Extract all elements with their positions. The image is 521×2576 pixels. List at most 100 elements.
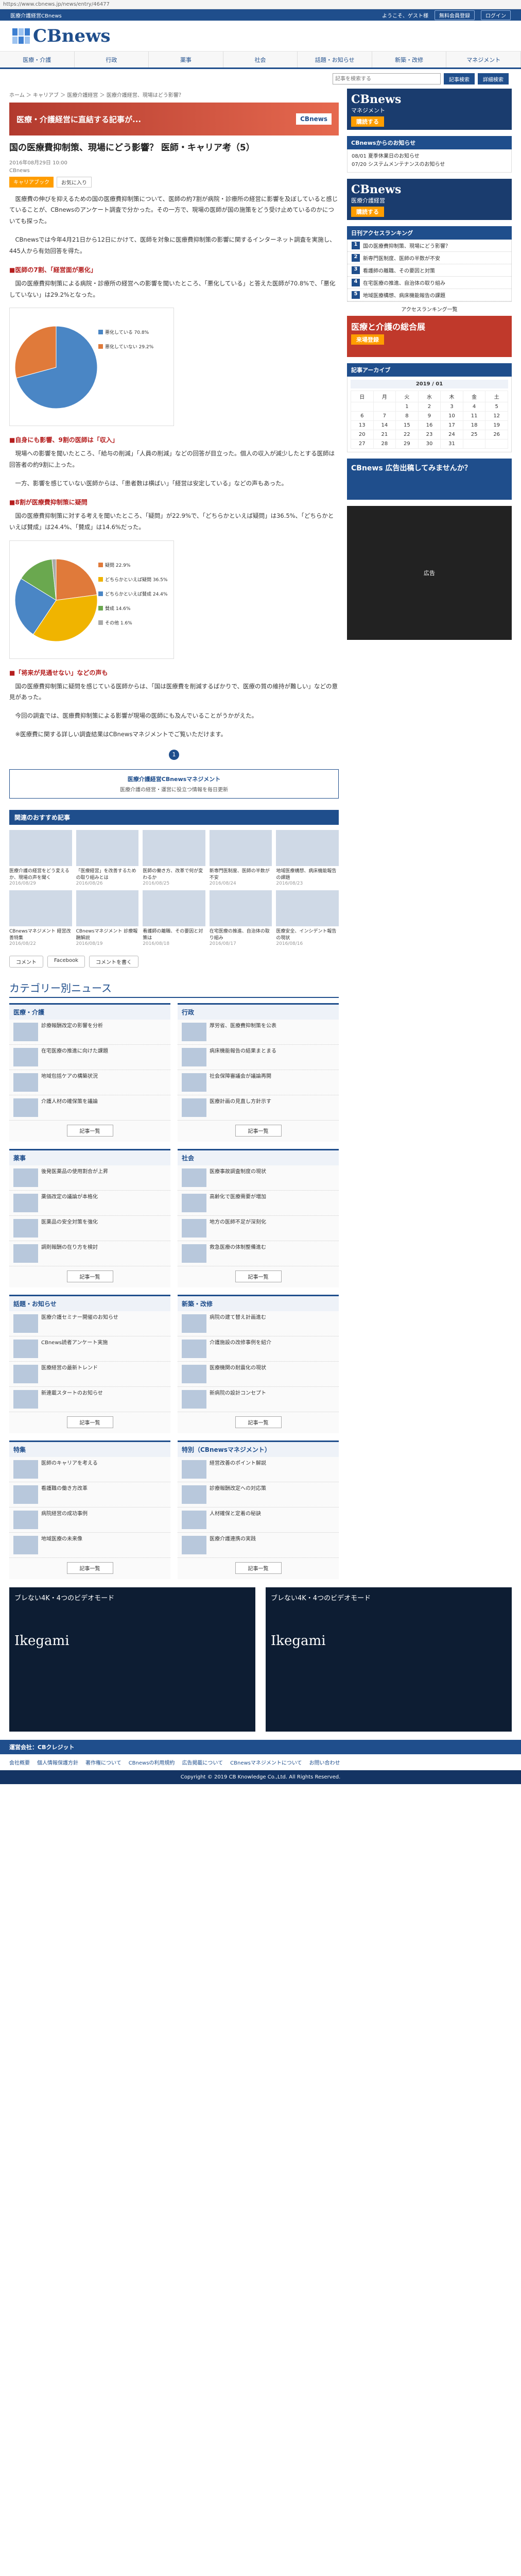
ranking-item[interactable]: 2 新専門医制度、医師の半数が不安 (348, 252, 511, 264)
calendar-day[interactable]: 1 (395, 402, 419, 412)
related-item[interactable]: 医療介護の経営をどう変えるか、現場の声を聞く 2016/08/29 (9, 830, 72, 886)
calendar-day[interactable]: 18 (462, 420, 486, 430)
category-more-button[interactable]: 記事一覧 (235, 1562, 282, 1574)
related-item[interactable]: 医療安全、インシデント報告の現状 2016/08/16 (276, 890, 339, 946)
category-item[interactable]: 病床機能報告の結果まとまる (178, 1045, 339, 1071)
nav-item[interactable]: 話題・お知らせ (298, 52, 372, 67)
related-item[interactable]: 新専門医制度、医師の半数が不安 2016/08/24 (209, 830, 272, 886)
calendar-day[interactable]: 6 (351, 411, 374, 421)
ranking-item[interactable]: 4 在宅医療の推進、自治体の取り組み (348, 277, 511, 289)
category-more-button[interactable]: 記事一覧 (235, 1416, 282, 1429)
calendar-day[interactable]: 16 (418, 420, 441, 430)
calendar-day[interactable]: 29 (395, 439, 419, 449)
category-item[interactable]: 地域医療の未来像 (9, 1533, 170, 1558)
category-item[interactable]: 介護人材の確保策を議論 (9, 1095, 170, 1121)
calendar-day[interactable]: 21 (373, 430, 396, 439)
management-box[interactable]: 医療介護経営CBnewsマネジメント 医療介護の経営・運営に役立つ情報を毎日更新 (9, 769, 339, 799)
category-item[interactable]: 医療計画の見直し方針示す (178, 1095, 339, 1121)
calendar-day[interactable]: 7 (373, 411, 396, 421)
sidebar-ad-advertise[interactable]: CBnews 広告出稿してみませんか？ (347, 459, 512, 500)
category-item[interactable]: 在宅医療の推進に向けた課題 (9, 1045, 170, 1071)
calendar-day[interactable]: 14 (373, 420, 396, 430)
calendar-day[interactable]: 25 (462, 430, 486, 439)
write-comment-button[interactable]: コメントを書く (89, 956, 138, 968)
register-button[interactable]: 無料会員登録 (435, 10, 475, 20)
sidebar-ad-management[interactable]: CBnews マネジメント 購読する (347, 89, 512, 130)
nav-item[interactable]: 社会 (223, 52, 298, 67)
category-item[interactable]: 診療報酬改定の影響を分析 (9, 1020, 170, 1045)
search-button[interactable]: 記事検索 (444, 73, 475, 84)
calendar-day[interactable]: 11 (462, 411, 486, 421)
browser-url[interactable]: https://www.cbnews.jp/news/entry/46477 (0, 0, 521, 9)
category-heading[interactable]: 新築・改修 (178, 1296, 339, 1312)
related-item[interactable]: 地域医療構想、病床機能報告の課題 2016/08/23 (276, 830, 339, 886)
category-item[interactable]: 経営改善のポイント解説 (178, 1457, 339, 1483)
promo-banner[interactable]: 医療・介護経営に直結する記事が... CBnews (9, 103, 339, 135)
footer-link[interactable]: 個人情報保護方針 (37, 1758, 78, 1766)
ranking-item[interactable]: 3 看護師の離職、その要因と対策 (348, 264, 511, 277)
nav-item[interactable]: 医療・介護 (0, 52, 75, 67)
search-input[interactable] (333, 73, 441, 84)
calendar-day[interactable]: 28 (373, 439, 396, 449)
category-item[interactable]: 人材確保と定着の秘訣 (178, 1507, 339, 1533)
category-more-button[interactable]: 記事一覧 (235, 1125, 282, 1137)
calendar-day[interactable]: 8 (395, 411, 419, 421)
calendar-day[interactable]: 13 (351, 420, 374, 430)
calendar-day[interactable]: 5 (485, 402, 508, 412)
category-item[interactable]: 医療事故調査制度の現状 (178, 1165, 339, 1191)
category-item[interactable]: 医療機関の耐震化の現状 (178, 1362, 339, 1387)
category-item[interactable]: 新連載スタートのお知らせ (9, 1387, 170, 1413)
calendar-day[interactable]: 22 (395, 430, 419, 439)
calendar-day[interactable]: 2 (418, 402, 441, 412)
category-item[interactable]: 医師のキャリアを考える (9, 1457, 170, 1483)
related-item[interactable]: 「医療経営」を改善するための取り組みとは 2016/08/26 (76, 830, 139, 886)
footer-link[interactable]: 広告掲載について (182, 1758, 223, 1766)
category-item[interactable]: 介護施設の改修事例を紹介 (178, 1336, 339, 1362)
category-item[interactable]: 地域包括ケアの構築状況 (9, 1070, 170, 1096)
detail-search-button[interactable]: 詳細検索 (478, 73, 509, 84)
calendar-day[interactable]: 19 (485, 420, 508, 430)
category-item[interactable]: 地方の医師不足が深刻化 (178, 1216, 339, 1242)
category-item[interactable]: 新病院の設計コンセプト (178, 1387, 339, 1413)
ranking-more-link[interactable]: アクセスランキング一覧 (347, 302, 512, 316)
bottom-ad-2[interactable]: ブレない4K・4つのビデオモード Ikegami (266, 1587, 512, 1732)
category-heading[interactable]: 特集 (9, 1442, 170, 1458)
facebook-button[interactable]: Facebook (47, 956, 85, 968)
category-item[interactable]: 医療経営の最新トレンド (9, 1362, 170, 1387)
category-heading[interactable]: 薬事 (9, 1150, 170, 1166)
category-item[interactable]: 病院経営の成功事例 (9, 1507, 170, 1533)
category-more-button[interactable]: 記事一覧 (66, 1416, 113, 1429)
calendar-day[interactable]: 30 (418, 439, 441, 449)
calendar-day[interactable]: 15 (395, 420, 419, 430)
category-item[interactable]: 医療介護連携の実践 (178, 1533, 339, 1558)
category-heading[interactable]: 話題・お知らせ (9, 1296, 170, 1312)
notice-item[interactable]: 08/01 夏季休業日のお知らせ (352, 152, 507, 161)
footer-link[interactable]: お問い合わせ (309, 1758, 340, 1766)
category-item[interactable]: 後発医薬品の使用割合が上昇 (9, 1165, 170, 1191)
footer-link[interactable]: 著作権について (85, 1758, 121, 1766)
category-item[interactable]: 医薬品の安全対策を強化 (9, 1216, 170, 1242)
sidebar-ad-expo[interactable]: 医療と介護の総合展 来場登録 (347, 316, 512, 357)
category-item[interactable]: 病院の建て替え計画進む (178, 1311, 339, 1337)
nav-item[interactable]: マネジメント (446, 52, 521, 67)
calendar-day[interactable]: 26 (485, 430, 508, 439)
category-item[interactable]: 看護職の働き方改革 (9, 1482, 170, 1508)
category-item[interactable]: 社会保障審議会が議論再開 (178, 1070, 339, 1096)
category-heading[interactable]: 特別（CBnewsマネジメント） (178, 1442, 339, 1458)
pager[interactable]: 1 (9, 750, 339, 760)
category-more-button[interactable]: 記事一覧 (235, 1270, 282, 1283)
category-more-button[interactable]: 記事一覧 (66, 1562, 113, 1574)
login-button[interactable]: ログイン (481, 10, 511, 20)
sidebar-ad-2[interactable]: CBnews 医療介護経営 購読する (347, 179, 512, 220)
category-more-button[interactable]: 記事一覧 (66, 1270, 113, 1283)
category-item[interactable]: 医療介護セミナー開催のお知らせ (9, 1311, 170, 1337)
category-item[interactable]: 調剤報酬の在り方を検討 (9, 1241, 170, 1267)
breadcrumb[interactable]: ホーム ＞ キャリアブ ＞ 医療介護経営 ＞ 医療介護経営、現場はどう影響？ (9, 91, 339, 98)
category-item[interactable]: 救急医療の体制整備進む (178, 1241, 339, 1267)
notice-item[interactable]: 07/20 システムメンテナンスのお知らせ (352, 161, 507, 169)
calendar-day[interactable]: 10 (440, 411, 463, 421)
calendar-day[interactable]: 3 (440, 402, 463, 412)
category-heading[interactable]: 医療・介護 (9, 1005, 170, 1020)
sidebar-ad-square[interactable]: 広告 (347, 506, 512, 640)
calendar-day[interactable]: 4 (462, 402, 486, 412)
